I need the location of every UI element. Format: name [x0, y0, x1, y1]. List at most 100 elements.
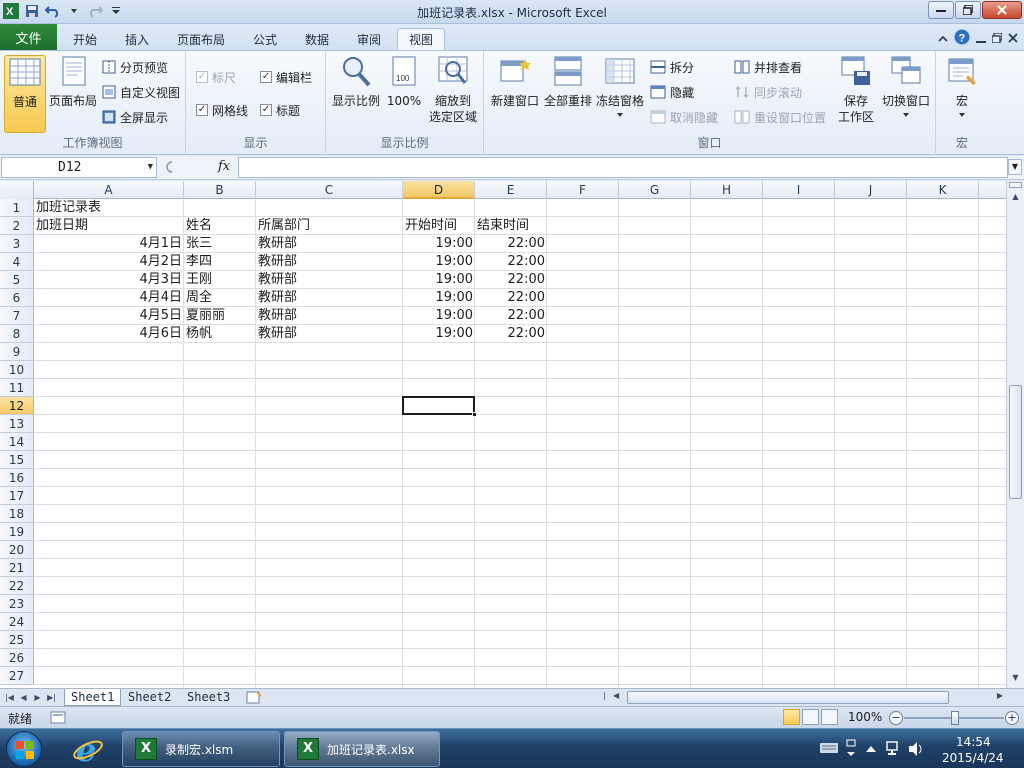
scroll-left-icon[interactable]: ◀: [613, 691, 619, 700]
row-header-15[interactable]: 15: [0, 451, 34, 469]
doc-minimize-icon[interactable]: [976, 32, 986, 46]
row-header-2[interactable]: 2: [0, 217, 34, 235]
doc-restore-icon[interactable]: [991, 31, 1003, 46]
zoom-slider-thumb[interactable]: [951, 711, 959, 725]
tab-page-layout[interactable]: 页面布局: [170, 28, 232, 50]
row-header-13[interactable]: 13: [0, 415, 34, 433]
sheet-tab-sheet1[interactable]: Sheet1: [64, 689, 122, 706]
normal-view-status-button[interactable]: [783, 709, 800, 725]
scroll-down-icon[interactable]: ▼: [1009, 671, 1022, 685]
insert-sheet-icon[interactable]: [246, 691, 262, 707]
vertical-scrollbar[interactable]: ▲ ▼: [1006, 181, 1024, 688]
row-header-7[interactable]: 7: [0, 307, 34, 325]
row-header-22[interactable]: 22: [0, 577, 34, 595]
cell-a7[interactable]: 4月5日: [34, 307, 184, 325]
cell-e8[interactable]: 22:00: [475, 325, 547, 343]
macros-button[interactable]: 宏: [942, 55, 982, 117]
cell-e7[interactable]: 22:00: [475, 307, 547, 325]
column-header-k[interactable]: K: [907, 181, 979, 199]
formula-input[interactable]: [238, 157, 1008, 178]
cell-d4[interactable]: 19:00: [403, 253, 475, 271]
column-header-j[interactable]: J: [835, 181, 907, 199]
row-header-24[interactable]: 24: [0, 613, 34, 631]
split-button[interactable]: 拆分: [650, 57, 694, 77]
row-header-16[interactable]: 16: [0, 469, 34, 487]
scroll-right-icon[interactable]: ▶: [997, 691, 1003, 700]
clock-time[interactable]: 14:54: [956, 735, 991, 749]
row-header-23[interactable]: 23: [0, 595, 34, 613]
column-header-i[interactable]: I: [763, 181, 835, 199]
arrange-all-button[interactable]: 全部重排: [542, 55, 594, 109]
page-layout-view-button[interactable]: 页面布局: [48, 55, 98, 109]
row-header-4[interactable]: 4: [0, 253, 34, 271]
keyboard-icon[interactable]: [820, 742, 838, 757]
name-box[interactable]: D12 ▼: [1, 157, 157, 178]
cell-c2[interactable]: 所属部门: [256, 217, 403, 235]
formula-bar-checkbox[interactable]: ✓ 编辑栏: [260, 67, 312, 87]
cell-a2[interactable]: 加班日期: [34, 217, 184, 235]
normal-view-button[interactable]: 普通: [4, 55, 46, 133]
zoom-button[interactable]: 显示比例: [330, 55, 382, 109]
cell-a6[interactable]: 4月4日: [34, 289, 184, 307]
vertical-split-handle[interactable]: [1009, 182, 1022, 188]
cell-c3[interactable]: 教研部: [256, 235, 403, 253]
cell-d5[interactable]: 19:00: [403, 271, 475, 289]
cell-b8[interactable]: 杨帆: [184, 325, 256, 343]
minimize-ribbon-icon[interactable]: [938, 32, 948, 46]
scroll-up-icon[interactable]: ▲: [1009, 190, 1022, 204]
row-header-8[interactable]: 8: [0, 325, 34, 343]
fill-handle[interactable]: [472, 412, 477, 417]
switch-windows-button[interactable]: 切换窗口: [880, 55, 932, 117]
select-all-corner[interactable]: [0, 181, 34, 199]
help-icon[interactable]: ?: [954, 29, 970, 48]
row-header-17[interactable]: 17: [0, 487, 34, 505]
expand-formula-bar-icon[interactable]: ▼: [1008, 159, 1022, 175]
tab-formulas[interactable]: 公式: [244, 28, 286, 50]
sheet-tab-sheet2[interactable]: Sheet2: [122, 689, 177, 706]
tab-view[interactable]: 视图: [397, 28, 445, 50]
row-header-25[interactable]: 25: [0, 631, 34, 649]
freeze-panes-button[interactable]: 冻结窗格: [594, 55, 646, 117]
row-header-26[interactable]: 26: [0, 649, 34, 667]
horizontal-scroll-thumb[interactable]: [627, 691, 949, 704]
first-sheet-icon[interactable]: |◀: [4, 691, 15, 704]
tab-data[interactable]: 数据: [296, 28, 338, 50]
column-header-a[interactable]: A: [34, 181, 184, 199]
row-header-1[interactable]: 1: [0, 199, 34, 217]
headings-checkbox[interactable]: ✓ 标题: [260, 100, 300, 120]
row-header-5[interactable]: 5: [0, 271, 34, 289]
cell-b3[interactable]: 张三: [184, 235, 256, 253]
column-header-b[interactable]: B: [184, 181, 256, 199]
tab-insert[interactable]: 插入: [116, 28, 158, 50]
tab-file[interactable]: 文件: [0, 24, 57, 50]
row-header-19[interactable]: 19: [0, 523, 34, 541]
cell-d3[interactable]: 19:00: [403, 235, 475, 253]
page-layout-status-button[interactable]: [802, 709, 819, 725]
zoom-100-button[interactable]: 100 100%: [384, 55, 424, 109]
row-header-3[interactable]: 3: [0, 235, 34, 253]
view-side-by-side-button[interactable]: 并排查看: [734, 57, 802, 77]
cell-b7[interactable]: 夏丽丽: [184, 307, 256, 325]
cell-d2[interactable]: 开始时间: [403, 217, 475, 235]
row-header-12[interactable]: 12: [0, 397, 34, 415]
formula-bar-resize-icon[interactable]: [162, 160, 174, 174]
insert-function-icon[interactable]: fx: [218, 159, 230, 174]
row-header-10[interactable]: 10: [0, 361, 34, 379]
volume-icon[interactable]: [908, 741, 924, 760]
cell-a3[interactable]: 4月1日: [34, 235, 184, 253]
zoom-level[interactable]: 100%: [848, 710, 882, 724]
tab-review[interactable]: 审阅: [348, 28, 390, 50]
page-break-preview-button[interactable]: 分页预览: [102, 57, 168, 77]
row-header-20[interactable]: 20: [0, 541, 34, 559]
cell-e3[interactable]: 22:00: [475, 235, 547, 253]
cell-c5[interactable]: 教研部: [256, 271, 403, 289]
minimize-button[interactable]: [928, 1, 954, 19]
name-box-dropdown-icon[interactable]: ▼: [148, 158, 153, 177]
page-break-status-button[interactable]: [821, 709, 838, 725]
cell-b4[interactable]: 李四: [184, 253, 256, 271]
column-header-d[interactable]: D: [403, 181, 475, 199]
hide-button[interactable]: 隐藏: [650, 82, 694, 102]
cell-a1[interactable]: 加班记录表: [34, 199, 184, 217]
cell-a8[interactable]: 4月6日: [34, 325, 184, 343]
row-header-18[interactable]: 18: [0, 505, 34, 523]
